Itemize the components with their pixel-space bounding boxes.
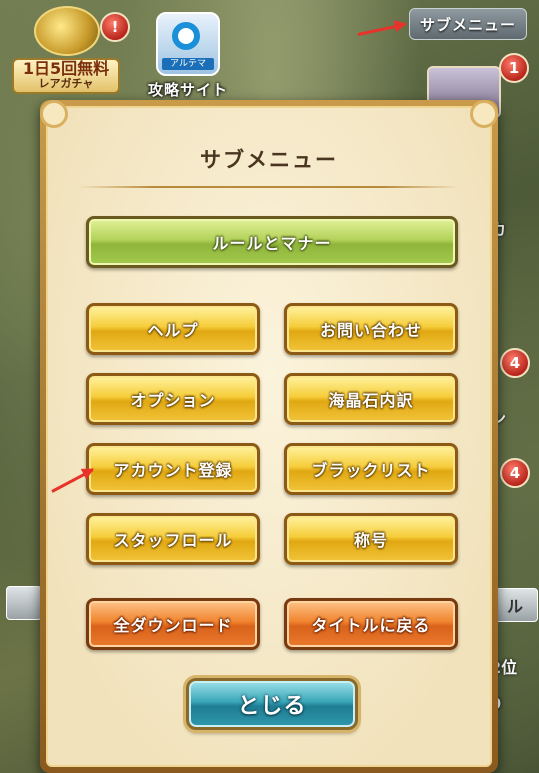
submenu-top-button[interactable]: サブメニュー [409, 8, 527, 40]
corner-ornament [470, 100, 498, 128]
crystal-breakdown-button[interactable]: 海晶石内訳 [284, 373, 458, 425]
gacha-orb-icon [34, 6, 100, 56]
title-divider [78, 186, 460, 188]
staff-roll-button[interactable]: スタッフロール [86, 513, 260, 565]
gacha-label: 1日5回無料 レアガチャ [12, 58, 120, 94]
submenu-dialog: サブメニュー ルールとマナー ヘルプ お問い合わせ オプション 海晶石内訳 アカ… [40, 100, 498, 773]
gacha-label-sub: レアガチャ [38, 77, 94, 90]
dialog-title: サブメニュー [200, 148, 338, 172]
gacha-badge: ! [100, 12, 130, 42]
gacha-label-main: 1日5回無料 [22, 59, 110, 78]
notification-badge: 4 [500, 348, 530, 378]
blacklist-button[interactable]: ブラックリスト [284, 443, 458, 495]
site-logo-icon [172, 22, 200, 50]
strategy-site-button[interactable]: アルテマ [156, 12, 220, 76]
site-tag: アルテマ [162, 58, 214, 70]
download-all-button[interactable]: 全ダウンロード [86, 598, 260, 650]
notification-badge: 4 [500, 458, 530, 488]
user-icon-button[interactable] [6, 586, 42, 620]
submenu-dialog-body: サブメニュー ルールとマナー ヘルプ お問い合わせ オプション 海晶石内訳 アカ… [40, 100, 498, 767]
strategy-site-label: 攻略サイト [148, 81, 229, 99]
gacha-banner[interactable]: 1日5回無料 レアガチャ [8, 0, 120, 96]
rules-and-manners-button[interactable]: ルールとマナー [86, 216, 458, 268]
title-badge-button[interactable]: 称号 [284, 513, 458, 565]
account-registration-button[interactable]: アカウント登録 [86, 443, 260, 495]
options-button[interactable]: オプション [86, 373, 260, 425]
help-button[interactable]: ヘルプ [86, 303, 260, 355]
notification-badge: 1 [499, 53, 529, 83]
annotation-arrow-icon [357, 23, 406, 36]
corner-ornament [40, 100, 68, 128]
contact-button[interactable]: お問い合わせ [284, 303, 458, 355]
side-panel-button[interactable]: ル [492, 588, 538, 622]
close-button[interactable]: とじる [186, 678, 358, 730]
return-to-title-button[interactable]: タイトルに戻る [284, 598, 458, 650]
